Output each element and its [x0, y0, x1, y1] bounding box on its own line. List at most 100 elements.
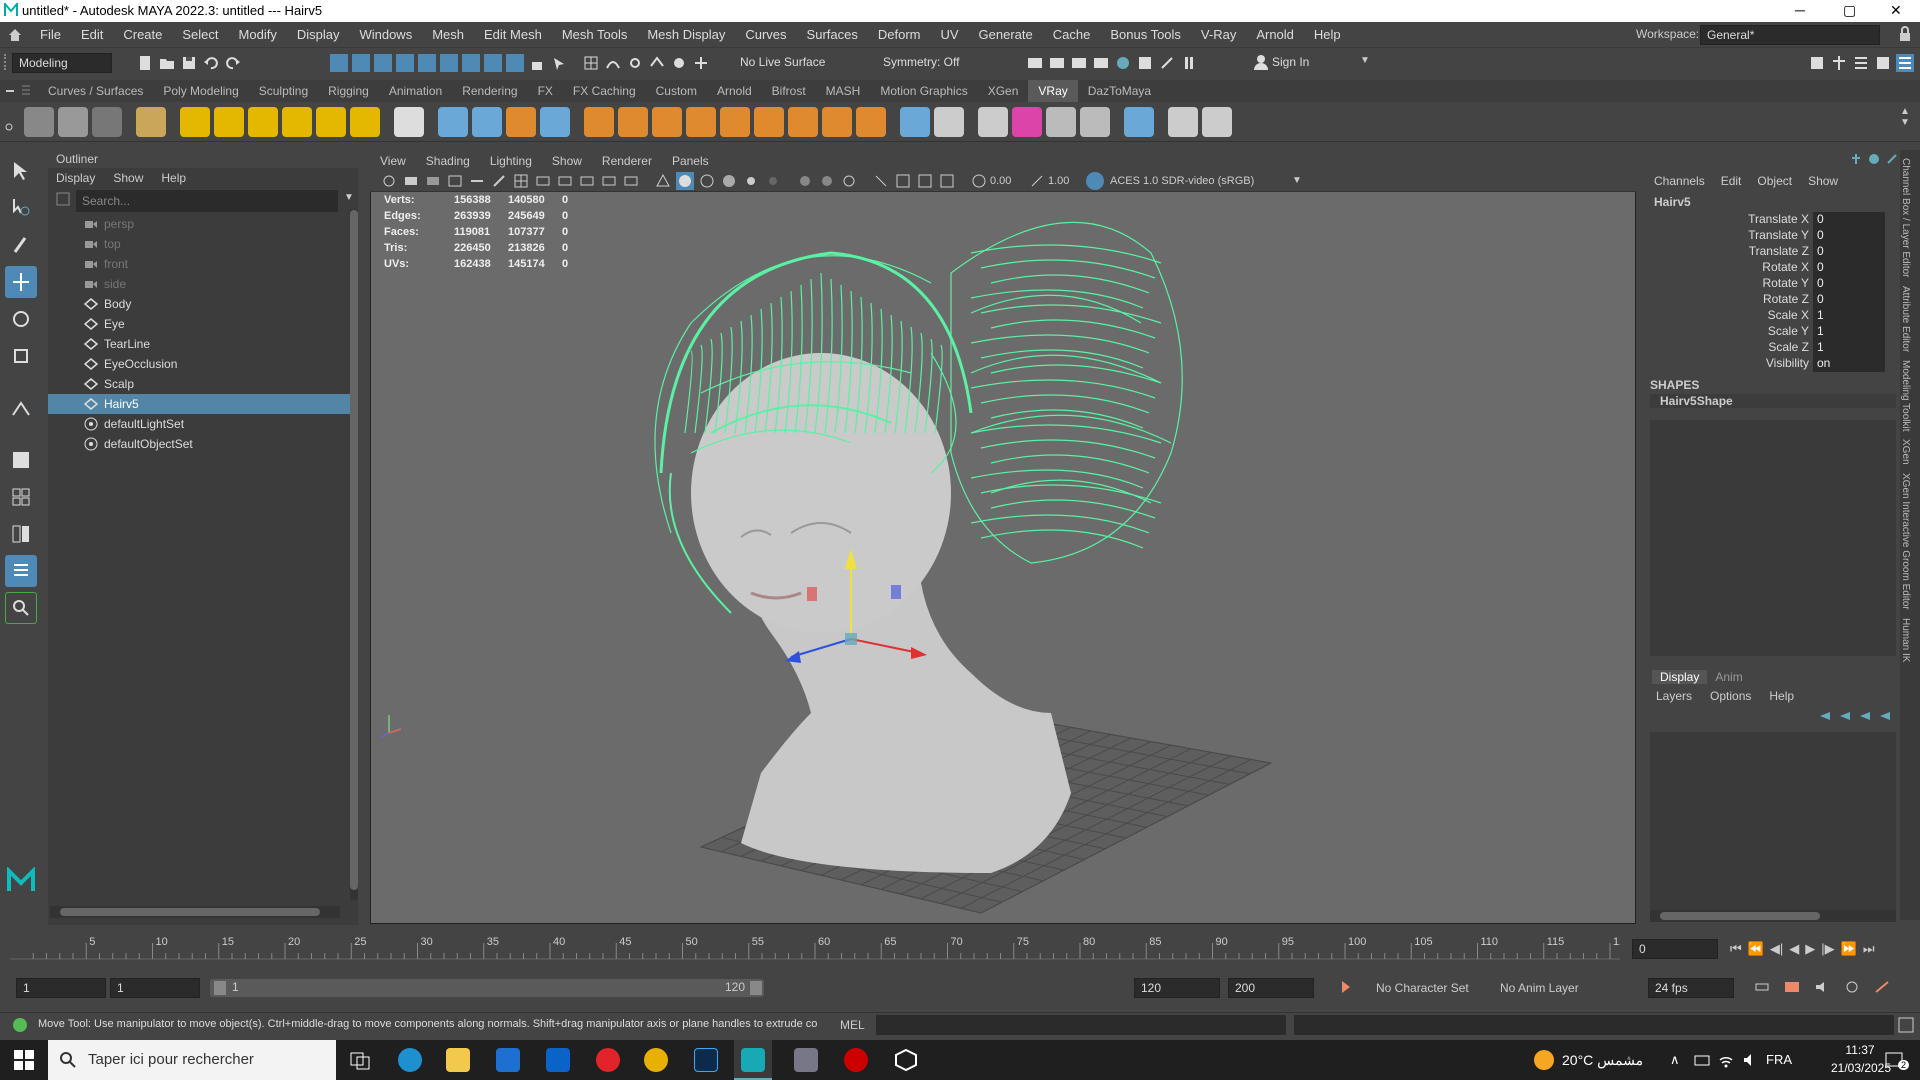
vray-vfb-icon[interactable]	[92, 106, 122, 137]
vray-rect-light-icon[interactable]	[214, 106, 244, 137]
outliner-item-persp[interactable]: persp	[48, 214, 358, 234]
modeling-toolkit-icon[interactable]	[1808, 54, 1826, 72]
single-perspective-view-icon[interactable]	[5, 444, 37, 476]
menu-edit-mesh[interactable]: Edit Mesh	[474, 22, 552, 48]
photoshop-icon[interactable]	[694, 1048, 718, 1072]
vray-fur-brush-icon[interactable]	[652, 106, 682, 137]
mask-deformations-icon[interactable]	[484, 54, 502, 72]
persp-outliner-layout-icon[interactable]	[5, 518, 37, 550]
taskbar-search-input[interactable]: Taper ici pour rechercher	[48, 1040, 336, 1080]
vray-dome-light-icon[interactable]	[180, 106, 210, 137]
menu-surfaces[interactable]: Surfaces	[797, 22, 868, 48]
shelf-tab-sculpting[interactable]: Sculpting	[249, 80, 318, 102]
shelf-tab-vray[interactable]: VRay	[1028, 80, 1078, 102]
shelf-tab-curves-surfaces[interactable]: Curves / Surfaces	[38, 80, 153, 102]
channel-value-field[interactable]: 0	[1813, 212, 1885, 228]
menu-cache[interactable]: Cache	[1043, 22, 1101, 48]
grease-pencil-icon[interactable]	[490, 172, 508, 190]
channel-value-field[interactable]: 0	[1813, 228, 1885, 244]
gamma-icon[interactable]	[1028, 172, 1046, 190]
vertical-tab-channel-box-layer-editor[interactable]: Channel Box / Layer Editor	[1900, 158, 1911, 278]
select-component-icon[interactable]	[374, 54, 392, 72]
field-chart-icon[interactable]	[600, 172, 618, 190]
layer-menu-layers[interactable]: Layers	[1656, 689, 1692, 703]
menu-set-dropdown[interactable]: Modeling	[12, 53, 112, 73]
step-back-key-icon[interactable]: ⏪	[1748, 941, 1764, 957]
highlight-selection-icon[interactable]	[550, 54, 568, 72]
snap-curve-icon[interactable]	[604, 54, 622, 72]
vray-mesh-light-icon[interactable]	[282, 106, 312, 137]
screen-space-ao-icon[interactable]	[796, 172, 814, 190]
channel-box-menu-edit[interactable]: Edit	[1721, 174, 1742, 188]
view-2d-pan-icon[interactable]	[468, 172, 486, 190]
filter-icon[interactable]	[56, 192, 70, 209]
color-management-icon[interactable]	[1086, 171, 1104, 190]
outliner-h-scrollbar[interactable]	[50, 906, 340, 918]
menu-windows[interactable]: Windows	[349, 22, 422, 48]
menu-v-ray[interactable]: V-Ray	[1191, 22, 1246, 48]
outliner-item-front[interactable]: front	[48, 254, 358, 274]
step-forward-key-icon[interactable]: ⏩	[1841, 941, 1857, 957]
shelf-tab-mash[interactable]: MASH	[816, 80, 871, 102]
channel-row-scale-y[interactable]: Scale Y1	[1648, 324, 1898, 340]
move-tool-icon[interactable]	[5, 266, 37, 298]
human-ik-icon[interactable]	[1830, 54, 1848, 72]
wifi-icon[interactable]	[1718, 1052, 1734, 1071]
layer-list[interactable]	[1650, 732, 1896, 912]
shelf-menu-icon[interactable]	[0, 85, 20, 97]
lock-icon[interactable]	[1898, 26, 1912, 45]
layer-menu-help[interactable]: Help	[1769, 689, 1794, 703]
range-start-handle[interactable]	[214, 981, 226, 995]
workspace-dropdown[interactable]: General*	[1700, 25, 1880, 45]
outliner-item-defaultlightset[interactable]: defaultLightSet	[48, 414, 358, 434]
mask-handles-icon[interactable]	[396, 54, 414, 72]
camera-attributes-icon[interactable]	[402, 172, 420, 190]
shelf-settings-icon[interactable]	[20, 84, 38, 99]
vray-ipr-icon[interactable]	[58, 106, 88, 137]
character-set-dropdown[interactable]: No Character Set	[1376, 981, 1469, 995]
channel-box-menu-show[interactable]: Show	[1808, 174, 1838, 188]
color-space-chevron-icon[interactable]: ▼	[1292, 175, 1302, 186]
menu-file[interactable]: File	[30, 22, 71, 48]
shelf-side-icon[interactable]	[0, 101, 22, 142]
pin-icon[interactable]	[1850, 153, 1862, 168]
menu-display[interactable]: Display	[287, 22, 350, 48]
menu-deform[interactable]: Deform	[868, 22, 931, 48]
script-language-toggle[interactable]: MEL	[840, 1018, 865, 1032]
safe-action-icon[interactable]	[622, 172, 640, 190]
pause-render-icon[interactable]	[1180, 54, 1198, 72]
vertical-tab-attribute-editor[interactable]: Attribute Editor	[1900, 286, 1911, 352]
hypershade-icon[interactable]	[1114, 54, 1132, 72]
viewport-menu-panels[interactable]: Panels	[662, 152, 719, 170]
snap-point-icon[interactable]	[626, 54, 644, 72]
xray-icon[interactable]	[894, 172, 912, 190]
channel-box-menu-object[interactable]: Object	[1757, 174, 1792, 188]
render-settings-icon[interactable]	[1092, 54, 1110, 72]
channel-box-menu-channels[interactable]: Channels	[1654, 174, 1705, 188]
last-tool-icon[interactable]	[5, 392, 37, 424]
script-editor-icon[interactable]	[1898, 1017, 1914, 1036]
shelf-tab-poly-modeling[interactable]: Poly Modeling	[153, 80, 248, 102]
channel-row-translate-z[interactable]: Translate Z0	[1648, 244, 1898, 260]
vray-scene-icon[interactable]	[472, 106, 502, 137]
outliner-item-eye[interactable]: Eye	[48, 314, 358, 334]
menu-curves[interactable]: Curves	[735, 22, 796, 48]
cache-icon[interactable]	[1784, 980, 1800, 997]
outliner-menu-show[interactable]: Show	[113, 171, 143, 185]
mask-curves-icon[interactable]	[440, 54, 458, 72]
shelf-scroll-icon[interactable]: ▲ ▼	[1900, 106, 1910, 128]
vray-settings-icon[interactable]	[856, 106, 886, 137]
vray-multimatte-icon[interactable]	[1046, 106, 1076, 137]
exposure-value[interactable]: 0.00	[990, 175, 1026, 187]
lasso-tool-icon[interactable]	[5, 192, 37, 224]
viewport-menu-lighting[interactable]: Lighting	[480, 152, 542, 170]
shelf-tab-arnold[interactable]: Arnold	[707, 80, 762, 102]
mask-dynamics-icon[interactable]	[506, 54, 524, 72]
opera-icon[interactable]	[596, 1048, 620, 1072]
grid-toggle-icon[interactable]	[512, 172, 530, 190]
play-backward-icon[interactable]: ◀	[1789, 941, 1799, 957]
select-hierarchy-icon[interactable]	[330, 54, 348, 72]
range-end-handle[interactable]	[750, 981, 762, 995]
scale-tool-icon[interactable]	[5, 340, 37, 372]
live-surface-label[interactable]: No Live Surface	[740, 55, 825, 69]
